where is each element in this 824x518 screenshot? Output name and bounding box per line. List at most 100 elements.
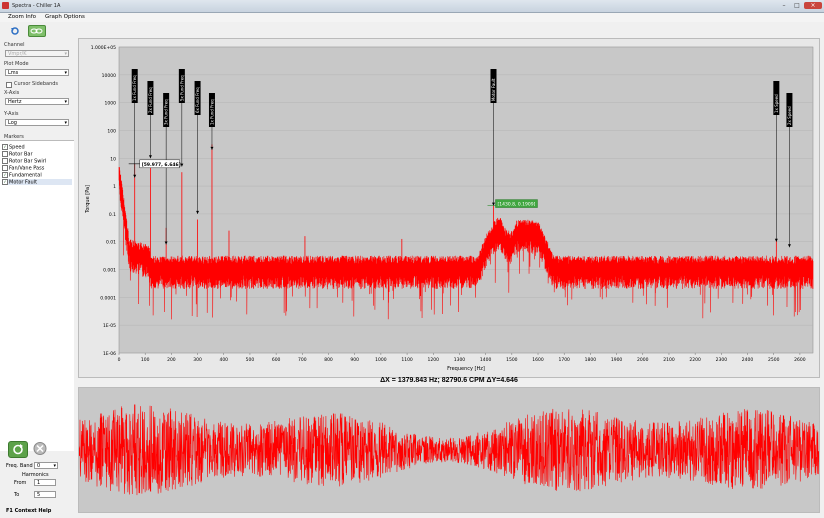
x-tick-label: 2600 (794, 357, 806, 363)
x-tick-label: 2200 (689, 357, 701, 363)
plot-area (118, 46, 814, 354)
cursor-sidebands-label: Cursor Sidebands (14, 81, 59, 87)
marker-label: Rotor Bar Swirl (9, 158, 47, 165)
x-axis-label: X-Axis (4, 90, 20, 96)
chevron-down-icon: ▾ (53, 463, 56, 469)
x-tick-label: 2100 (663, 357, 675, 363)
delta-readout: ΔX = 1379.843 Hz; 82790.6 CPM ΔY=4.646 (380, 377, 518, 384)
to-stepper[interactable]: 5 (34, 491, 56, 498)
x-tick-label: 1900 (611, 357, 623, 363)
x-tick-label: 500 (246, 357, 255, 363)
x-tick-label: 1000 (375, 357, 387, 363)
marker-label: 1x Fund Freq (209, 99, 214, 125)
y-axis-value: Log (8, 120, 17, 126)
marker-label: 2x Speed (787, 106, 792, 125)
x-tick-label: 900 (350, 357, 359, 363)
refresh-button[interactable] (10, 25, 21, 35)
spectrum-chart-panel[interactable]: 1.000E+05 10000 1000 100 10 1 0.1 0.01 0.001 0.00… (78, 38, 820, 378)
marker-speed-checkbox[interactable]: ✓ (2, 144, 8, 150)
close-icon (33, 442, 47, 455)
marker-fan-vane-pass[interactable]: Fan/Vane Pass (2, 165, 72, 172)
freq-band-label: Freq. Band (6, 463, 33, 469)
channel-select[interactable]: Vmpr/K ▾ (5, 50, 69, 57)
from-stepper[interactable]: 1 (34, 479, 56, 486)
to-value: 5 (37, 492, 41, 498)
marker-fundamental[interactable]: ✓ Fundamental (2, 172, 72, 179)
time-waveform-chart[interactable] (78, 388, 820, 512)
x-tick-label: 200 (167, 357, 176, 363)
marker-label: Speed (9, 144, 25, 151)
marker-motor-fault[interactable]: ✓ Motor Fault (2, 179, 72, 186)
harmonics-label: Harmonics (22, 472, 49, 478)
x-tick-label: 600 (272, 357, 281, 363)
freq-band-select[interactable]: 0 ▾ (34, 462, 58, 469)
marker-label: 5x Fund Freq (179, 75, 184, 101)
refresh-icon (13, 444, 23, 455)
x-tick-label: 1400 (480, 357, 492, 363)
marker-label: Fan/Vane Pass (9, 165, 45, 172)
menu-graph-options[interactable]: Graph Options (45, 14, 85, 20)
app-icon (2, 2, 9, 9)
minimize-button[interactable]: – (778, 2, 790, 9)
x-tick-label: 1500 (506, 357, 518, 363)
run-button[interactable] (8, 441, 28, 458)
y-axis-title: Torque [Pa] (85, 185, 91, 214)
x-tick-label: 1300 (454, 357, 466, 363)
channel-label: Channel (4, 42, 25, 48)
marker-rotor-bar-swirl-checkbox[interactable] (2, 158, 8, 164)
y-tick-label: 1 (113, 184, 116, 190)
marker-label: Fundamental (9, 172, 42, 179)
marker-rotor-bar-checkbox[interactable] (2, 151, 8, 157)
x-tick-label: 1800 (585, 357, 597, 363)
x-tick-label: 400 (219, 357, 228, 363)
marker-motor-fault-checkbox[interactable]: ✓ (2, 179, 8, 185)
menu-zoom-info[interactable]: Zoom Info (8, 14, 36, 20)
markers-list: ✓ Speed Rotor Bar Rotor Bar Swirl Fan/Van… (0, 140, 74, 451)
maximize-button[interactable]: □ (791, 2, 803, 9)
plot-mode-value: Lms (8, 70, 19, 76)
cursor-sidebands-checkbox[interactable] (6, 82, 12, 88)
marker-label: 3x Fund Freq (164, 99, 169, 125)
marker-rotor-bar-swirl[interactable]: Rotor Bar Swirl (2, 158, 72, 165)
marker-fundamental-checkbox[interactable]: ✓ (2, 172, 8, 178)
y-tick-label: 0.1 (109, 212, 116, 218)
close-button[interactable]: × (804, 2, 822, 9)
window-title: Spectra - Chiller 1A (12, 3, 61, 9)
y-axis-select[interactable]: Log ▾ (5, 119, 69, 126)
marker-speed[interactable]: ✓ Speed (2, 144, 72, 151)
cursor-2-label: [1430.8, 0.1909] (497, 202, 535, 208)
plot-mode-label: Plot Mode (4, 61, 29, 67)
freq-band-value: 0 (37, 463, 41, 469)
time-waveform-panel[interactable] (78, 387, 820, 513)
to-label: To (14, 492, 20, 498)
y-tick-label: 0.0001 (100, 295, 116, 301)
marker-label: 6x Fund Freq (195, 87, 200, 113)
plot-mode-select[interactable]: Lms ▾ (5, 69, 69, 76)
cancel-button[interactable] (32, 441, 48, 456)
toolbar (0, 23, 76, 37)
y-tick-label: 100 (107, 128, 116, 134)
x-tick-label: 0 (118, 357, 121, 363)
marker-rotor-bar[interactable]: Rotor Bar (2, 151, 72, 158)
link-button[interactable] (28, 25, 46, 37)
title-bar: Spectra - Chiller 1A – □ × (0, 0, 824, 13)
cursor-1-label: [59.977, 6.646] (142, 162, 181, 168)
x-tick-label: 700 (298, 357, 307, 363)
spectrum-chart[interactable]: 1.000E+051000010001001010.10.010.0010.00… (79, 39, 819, 377)
x-tick-label: 100 (141, 357, 150, 363)
chevron-down-icon: ▾ (64, 99, 67, 105)
y-tick-label: 1E-05 (103, 323, 116, 329)
marker-fan-vane-pass-checkbox[interactable] (2, 165, 8, 171)
x-axis-value: Hertz (8, 99, 22, 105)
y-tick-label: 0.001 (103, 268, 116, 274)
marker-label: 2x Fund Freq (148, 87, 153, 113)
link-icon (30, 28, 43, 34)
x-axis-select[interactable]: Hertz ▾ (5, 98, 69, 105)
y-tick-label: 10 (110, 156, 116, 162)
context-help-text[interactable]: F1 Context Help (6, 508, 51, 514)
chevron-down-icon: ▾ (64, 70, 67, 76)
menu-bar: Zoom Info Graph Options (0, 13, 824, 22)
y-tick-label: 1000 (105, 101, 117, 107)
refresh-icon (11, 27, 19, 35)
x-tick-label: 1700 (558, 357, 570, 363)
